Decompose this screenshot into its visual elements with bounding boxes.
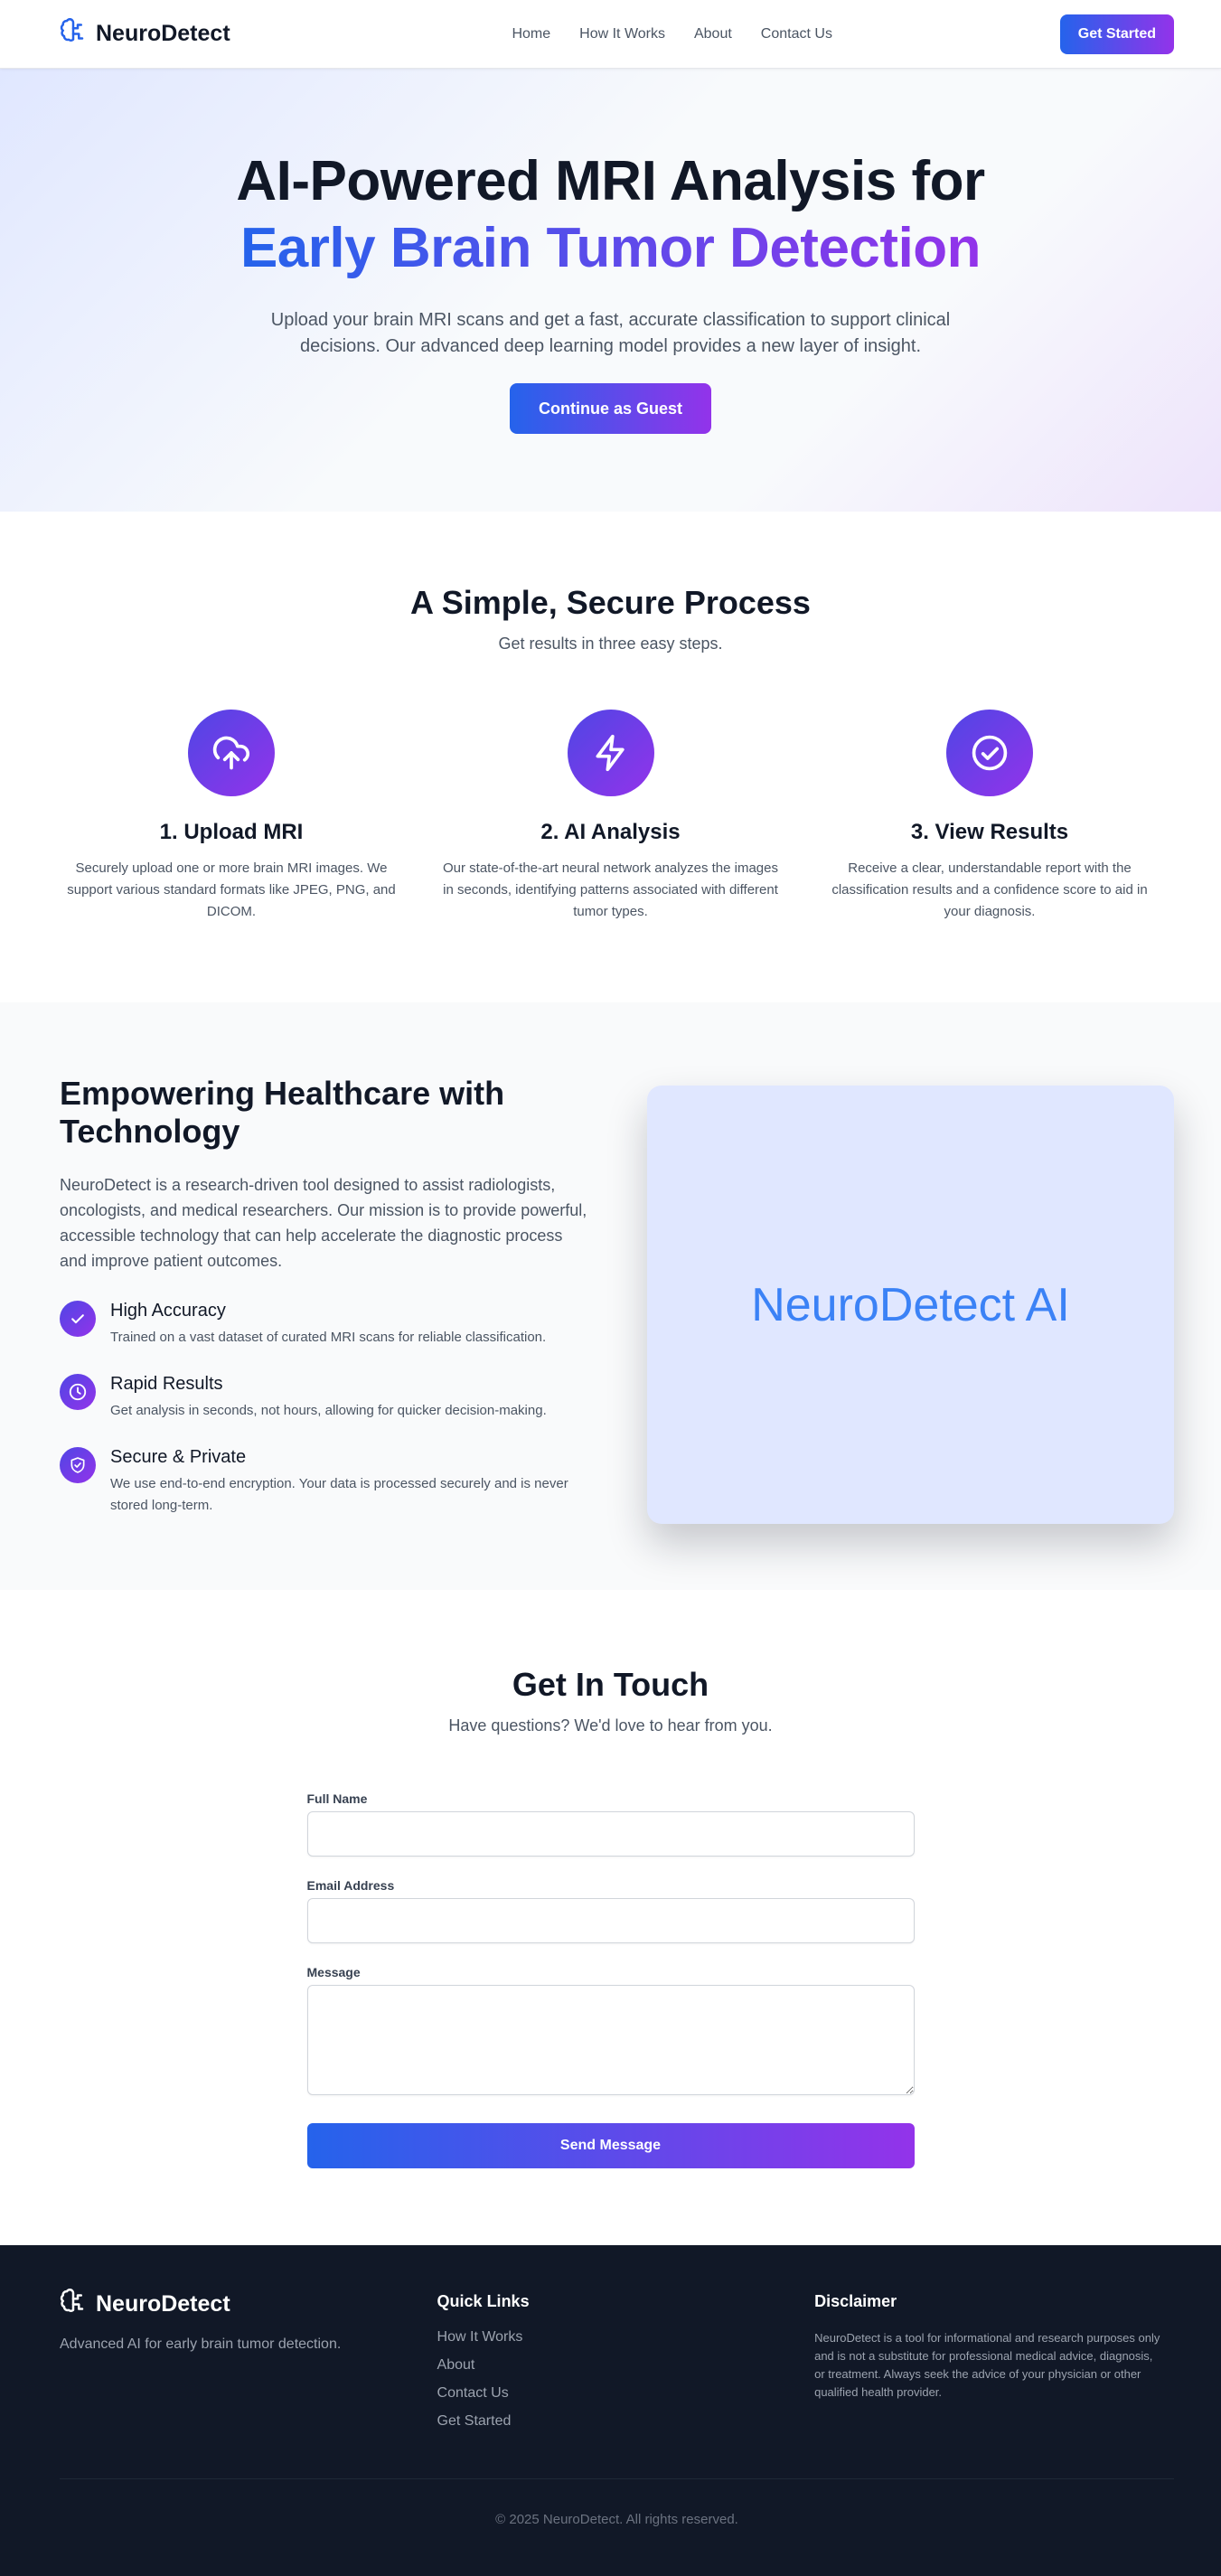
brand-name: NeuroDetect (96, 21, 230, 46)
about-image-card: NeuroDetect AI (647, 1086, 1174, 1524)
nav-link-how-it-works[interactable]: How It Works (579, 26, 665, 42)
continue-as-guest-button[interactable]: Continue as Guest (509, 383, 712, 434)
brain-icon (60, 18, 87, 50)
footer-columns: NeuroDetect Advanced AI for early brain … (60, 2289, 1161, 2441)
nav-links: Home How It Works About Contact Us (512, 26, 831, 42)
check-circle-icon (946, 710, 1033, 796)
steps-list: 1. Upload MRI Securely upload one or mor… (0, 710, 1221, 923)
footer-link-get-started[interactable]: Get Started (437, 2413, 815, 2430)
nav-link-home[interactable]: Home (512, 26, 550, 42)
copyright: © 2025 NeuroDetect. All rights reserved. (60, 2478, 1174, 2527)
hero-title: AI-Powered MRI Analysis for Early Brain … (0, 148, 1221, 282)
about-card-text: NeuroDetect AI (751, 1278, 1070, 1331)
step-upload: 1. Upload MRI Securely upload one or mor… (60, 710, 403, 923)
feature-description: Get analysis in seconds, not hours, allo… (110, 1403, 547, 1418)
cloud-upload-icon (188, 710, 275, 796)
footer-brand-column: NeuroDetect Advanced AI for early brain … (60, 2289, 437, 2441)
feature-title: Secure & Private (110, 1447, 247, 1467)
message-label: Message (306, 1965, 361, 1979)
hero-subtitle: Upload your brain MRI scans and get a fa… (270, 310, 951, 356)
process-subtitle: Get results in three easy steps. (498, 635, 723, 653)
feature-title: Rapid Results (110, 1374, 223, 1394)
disclaimer-text: NeuroDetect is a tool for informational … (814, 2331, 1160, 2399)
feature-description: Trained on a vast dataset of curated MRI… (110, 1330, 547, 1345)
about-section: Empowering Healthcare with Technology Ne… (0, 1002, 1221, 1590)
footer-quick-links: Quick Links How It Works About Contact U… (437, 2289, 815, 2441)
feature-item: Rapid Results Get analysis in seconds, n… (60, 1374, 588, 1422)
nav-link-contact[interactable]: Contact Us (761, 26, 832, 42)
about-content: Empowering Healthcare with Technology Ne… (60, 1075, 588, 1590)
feature-item: High Accuracy Trained on a vast dataset … (60, 1301, 588, 1349)
nav-link-about[interactable]: About (694, 26, 732, 42)
footer-disclaimer: Disclaimer NeuroDetect is a tool for inf… (814, 2289, 1161, 2441)
email-label: Email Address (306, 1878, 395, 1893)
check-icon (60, 1301, 96, 1337)
process-section: A Simple, Secure Process Get results in … (0, 512, 1221, 1002)
contact-form: Full Name Email Address Message Send Mes… (306, 1791, 915, 2168)
hero-title-line1: AI-Powered MRI Analysis for (236, 150, 985, 212)
step-description: Securely upload one or more brain MRI im… (67, 860, 396, 919)
footer-link-about[interactable]: About (437, 2357, 815, 2374)
step-title: 1. Upload MRI (159, 820, 304, 844)
send-message-button[interactable]: Send Message (306, 2123, 915, 2168)
feature-description: We use end-to-end encryption. Your data … (110, 1476, 568, 1513)
step-title: 2. AI Analysis (540, 820, 681, 844)
full-name-label: Full Name (306, 1791, 368, 1806)
brain-icon (60, 2289, 87, 2320)
step-analysis: 2. AI Analysis Our state-of-the-art neur… (439, 710, 783, 923)
clock-icon (60, 1374, 96, 1410)
step-description: Our state-of-the-art neural network anal… (442, 860, 778, 919)
lightning-icon (567, 710, 654, 796)
top-nav: NeuroDetect Home How It Works About Cont… (0, 0, 1221, 69)
contact-subtitle: Have questions? We'd love to hear from y… (448, 1716, 773, 1735)
step-results: 3. View Results Receive a clear, underst… (818, 710, 1161, 923)
about-title: Empowering Healthcare with Technology (60, 1075, 505, 1150)
full-name-input[interactable] (306, 1811, 915, 1857)
get-started-button[interactable]: Get Started (1059, 14, 1174, 54)
process-title: A Simple, Secure Process (410, 584, 811, 621)
disclaimer-title: Disclaimer (814, 2292, 897, 2310)
footer: NeuroDetect Advanced AI for early brain … (0, 2245, 1221, 2576)
contact-section: Get In Touch Have questions? We'd love t… (0, 1590, 1221, 2245)
step-description: Receive a clear, understandable report w… (831, 860, 1148, 919)
hero-title-line2: Early Brain Tumor Detection (240, 215, 981, 282)
shield-check-icon (60, 1447, 96, 1483)
about-body: NeuroDetect is a research-driven tool de… (60, 1176, 587, 1270)
footer-brand-name: NeuroDetect (96, 2291, 230, 2317)
quick-links-title: Quick Links (437, 2292, 530, 2310)
footer-link-contact[interactable]: Contact Us (437, 2385, 815, 2402)
footer-tagline: Advanced AI for early brain tumor detect… (60, 2336, 342, 2352)
hero-section: AI-Powered MRI Analysis for Early Brain … (0, 69, 1221, 512)
step-title: 3. View Results (910, 820, 1069, 844)
brand-logo[interactable]: NeuroDetect (60, 18, 230, 50)
feature-item: Secure & Private We use end-to-end encry… (60, 1447, 588, 1517)
feature-title: High Accuracy (110, 1301, 226, 1321)
message-textarea[interactable] (306, 1985, 915, 2095)
footer-link-how-it-works[interactable]: How It Works (437, 2329, 815, 2346)
email-input[interactable] (306, 1898, 915, 1943)
footer-brand-logo[interactable]: NeuroDetect (60, 2289, 437, 2320)
contact-title: Get In Touch (512, 1666, 709, 1703)
